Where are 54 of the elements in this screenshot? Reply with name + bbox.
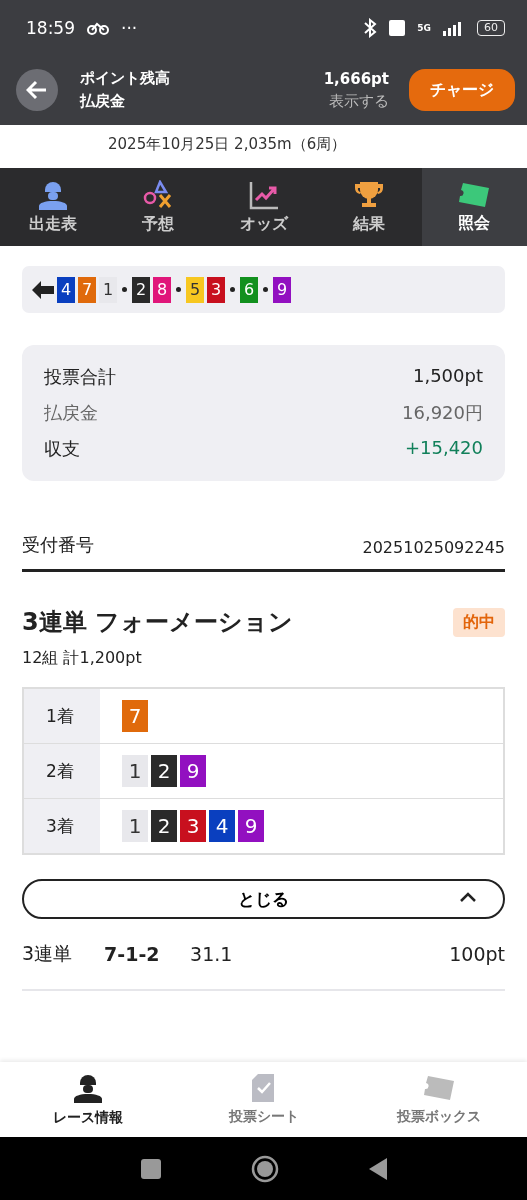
boat-number: 9 <box>273 276 291 303</box>
clock: 18:59 <box>26 17 75 38</box>
network-label: 5G <box>417 22 431 33</box>
bottom-nav-item[interactable]: 投票シート <box>175 1062 352 1137</box>
hit-badge: 的中 <box>453 607 505 637</box>
balance-label: ポイント残高 <box>80 69 171 88</box>
summary-value: 16,920円 <box>402 401 483 425</box>
bottom-nav-item[interactable]: 投票ボックス <box>351 1062 527 1137</box>
boat-number: 4 <box>57 276 75 303</box>
boat-number: 3 <box>207 276 225 303</box>
combination: 7-1-2 <box>104 943 161 965</box>
place-label: 1着 <box>24 689 100 743</box>
summary-label: 収支 <box>44 437 80 461</box>
place-label: 3着 <box>24 799 100 853</box>
boat-number: 8 <box>153 276 171 303</box>
nav-tab[interactable]: 照会 <box>421 168 527 246</box>
bet-type: 3連単 <box>22 941 73 966</box>
balance-value: 1,666pt <box>323 69 389 88</box>
place-label: 2着 <box>24 744 100 798</box>
nav-tab[interactable]: オッズ <box>210 168 317 246</box>
boat-number: 6 <box>240 276 258 303</box>
nav-tab[interactable]: 出走表 <box>0 168 106 246</box>
receipt-label: 受付番号 <box>22 533 94 557</box>
summary-value: 1,500pt <box>413 365 483 388</box>
boat-number: 5 <box>186 276 204 303</box>
boat-number: 9 <box>238 810 264 842</box>
show-payout-link[interactable]: 表示する <box>329 91 389 111</box>
boat-number: 4 <box>209 810 235 842</box>
boat-number: 2 <box>151 810 177 842</box>
boat-number: 1 <box>122 810 148 842</box>
boat-number: 3 <box>180 810 206 842</box>
more-indicator: ··· <box>121 17 138 38</box>
close-button[interactable]: とじる <box>22 879 505 919</box>
boat-number: 1 <box>122 755 148 787</box>
bet-amount: 100pt <box>449 943 505 965</box>
race-info: 2025年10月25日 2,035m（6周） <box>108 135 347 153</box>
bet-summary: 12組 計1,200pt <box>22 648 143 669</box>
summary-value: +15,420 <box>404 437 483 460</box>
nav-tab[interactable]: 予想 <box>105 168 211 246</box>
summary-label: 払戻金 <box>44 401 98 425</box>
boat-number: 7 <box>122 700 148 732</box>
odds: 31.1 <box>190 943 234 965</box>
boat-number: 2 <box>132 276 150 303</box>
battery-level: 60 <box>477 19 505 36</box>
boat-number: 7 <box>78 276 96 303</box>
nav-tab[interactable]: 結果 <box>316 168 422 246</box>
bottom-nav-item[interactable]: レース情報 <box>0 1062 176 1137</box>
bet-title: 3連単 フォーメーション <box>22 607 294 638</box>
boat-number: 2 <box>151 755 177 787</box>
receipt-number: 20251025092245 <box>362 538 505 557</box>
boat-number: 1 <box>99 276 117 303</box>
summary-label: 投票合計 <box>44 365 116 389</box>
payout-label: 払戻金 <box>80 92 126 111</box>
boat-number: 9 <box>180 755 206 787</box>
